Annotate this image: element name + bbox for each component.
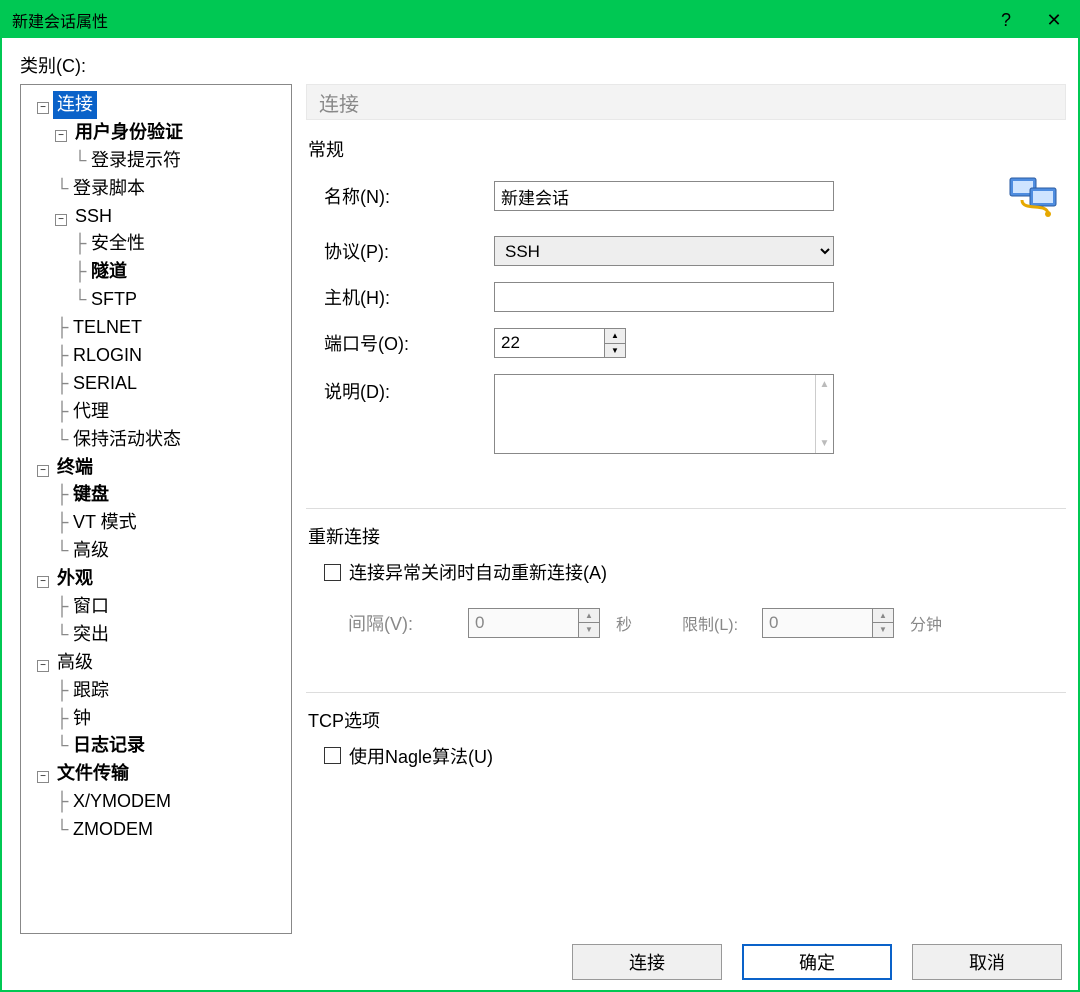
tree-item-login-script[interactable]: 登录脚本 [69,175,149,203]
label-host: 主机(H): [324,284,494,310]
label-interval: 间隔(V): [348,610,468,636]
interval-input [468,608,578,638]
tree-item-sftp[interactable]: SFTP [87,286,141,314]
cancel-button[interactable]: 取消 [912,944,1062,980]
label-port: 端口号(O): [324,330,494,356]
expand-toggle-icon[interactable]: − [55,130,67,142]
spinner-buttons: ▲▼ [872,608,894,638]
expand-toggle-icon[interactable]: − [37,771,49,783]
tree-item-security[interactable]: 安全性 [87,230,149,258]
tree-item-login-prompt[interactable]: 登录提示符 [87,147,185,175]
group-title-tcp: TCP选项 [308,707,1064,733]
tree-item-tunnel[interactable]: 隧道 [87,258,131,286]
category-label: 类别(C): [20,52,1066,78]
expand-toggle-icon[interactable]: − [55,214,67,226]
port-spinner[interactable]: ▲▼ [494,328,626,358]
expand-toggle-icon[interactable]: − [37,576,49,588]
limit-spinner: ▲▼ [762,608,894,638]
protocol-select[interactable]: SSH [494,236,834,266]
limit-input [762,608,872,638]
chevron-up-icon: ▲ [579,609,599,624]
ok-button[interactable]: 确定 [742,944,892,980]
tree-item-zmodem[interactable]: ZMODEM [69,816,157,844]
spinner-buttons: ▲▼ [578,608,600,638]
tree-item-proxy[interactable]: 代理 [69,398,113,426]
checkbox-box-icon [324,747,341,764]
expand-toggle-icon[interactable]: − [37,660,49,672]
chevron-up-icon[interactable]: ▲ [605,329,625,344]
settings-panel: 连接 常规 名称(N): [306,84,1066,934]
tree-item-connection[interactable]: 连接 [53,91,97,119]
chevron-down-icon: ▼ [820,438,830,449]
chevron-down-icon[interactable]: ▼ [605,344,625,358]
tree-item-highlight[interactable]: 突出 [69,621,113,649]
connection-icon [1008,172,1064,220]
group-tcp: TCP选项 使用Nagle算法(U) [306,707,1066,784]
chevron-up-icon: ▲ [873,609,893,624]
dialog-window: 新建会话属性 ? ✕ 类别(C): −连接 −用户身份验证 └登录提示符 └登录… [0,0,1080,992]
close-button[interactable]: ✕ [1030,2,1078,38]
tree-item-keepalive[interactable]: 保持活动状态 [69,426,185,454]
textarea-scrollbar[interactable]: ▲▼ [815,375,833,453]
label-desc: 说明(D): [324,374,494,404]
tree-item-vtmode[interactable]: VT 模式 [69,509,141,537]
port-input[interactable] [494,328,604,358]
titlebar: 新建会话属性 ? ✕ [2,2,1078,38]
nagle-checkbox[interactable]: 使用Nagle算法(U) [324,743,493,769]
auto-reconnect-label: 连接异常关闭时自动重新连接(A) [349,559,607,585]
interval-unit: 秒 [616,611,632,635]
limit-unit: 分钟 [910,611,942,635]
tree-item-xymodem[interactable]: X/YMODEM [69,788,175,816]
auto-reconnect-checkbox[interactable]: 连接异常关闭时自动重新连接(A) [324,559,607,585]
group-reconnect: 重新连接 连接异常关闭时自动重新连接(A) 间隔(V): ▲▼ [306,523,1066,668]
tree-item-auth[interactable]: 用户身份验证 [71,119,187,147]
tree-item-ssh[interactable]: SSH [71,203,116,231]
dialog-buttons: 连接 确定 取消 [20,934,1066,980]
category-tree[interactable]: −连接 −用户身份验证 └登录提示符 └登录脚本 −SSH ├安全性 ├隧道 └… [20,84,292,934]
window-title: 新建会话属性 [12,8,982,32]
expand-toggle-icon[interactable]: − [37,102,49,114]
group-title-general: 常规 [308,136,1064,162]
tree-item-keyboard[interactable]: 键盘 [69,481,113,509]
connect-button[interactable]: 连接 [572,944,722,980]
chevron-up-icon: ▲ [820,379,830,390]
label-protocol: 协议(P): [324,238,494,264]
dialog-body: 类别(C): −连接 −用户身份验证 └登录提示符 └登录脚本 −SSH ├安全… [2,38,1078,990]
divider [306,508,1066,509]
name-input[interactable] [494,181,834,211]
expand-toggle-icon[interactable]: − [37,465,49,477]
divider [306,692,1066,693]
panel-header: 连接 [306,84,1066,120]
description-textarea[interactable] [495,375,815,453]
tree-item-appearance[interactable]: 外观 [53,565,97,593]
tree-item-advanced[interactable]: 高级 [53,649,97,677]
label-limit: 限制(L): [682,611,762,635]
nagle-label: 使用Nagle算法(U) [349,743,493,769]
tree-item-telnet[interactable]: TELNET [69,314,146,342]
label-name: 名称(N): [324,183,494,209]
tree-item-filetransfer[interactable]: 文件传输 [53,760,133,788]
tree-item-serial[interactable]: SERIAL [69,370,141,398]
tree-item-trace[interactable]: 跟踪 [69,677,113,705]
tree-item-advanced-terminal[interactable]: 高级 [69,537,113,565]
group-title-reconnect: 重新连接 [308,523,1064,549]
interval-spinner: ▲▼ [468,608,600,638]
tree-item-bell[interactable]: 钟 [69,705,95,733]
tree-item-window[interactable]: 窗口 [69,593,113,621]
host-input[interactable] [494,282,834,312]
tree-item-terminal[interactable]: 终端 [53,454,97,482]
chevron-down-icon: ▼ [579,623,599,637]
help-button[interactable]: ? [982,2,1030,38]
spinner-buttons[interactable]: ▲▼ [604,328,626,358]
tree-item-rlogin[interactable]: RLOGIN [69,342,146,370]
group-general: 常规 名称(N): [306,136,1066,484]
chevron-down-icon: ▼ [873,623,893,637]
tree-item-logging[interactable]: 日志记录 [69,732,149,760]
checkbox-box-icon [324,564,341,581]
